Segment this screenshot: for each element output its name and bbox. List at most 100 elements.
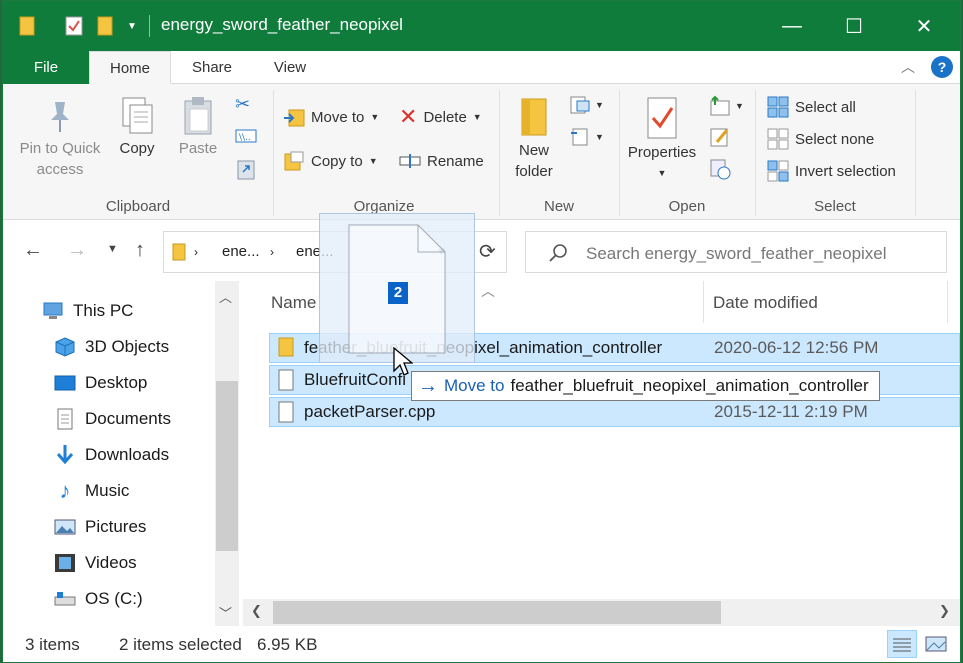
nav-item-pictures[interactable]: Pictures — [53, 512, 146, 542]
properties-icon — [625, 96, 699, 142]
copy-button[interactable]: Copy — [111, 96, 163, 159]
move-to-button[interactable]: Move to ▼ — [283, 104, 379, 130]
copy-path-icon[interactable]: \\.. — [235, 128, 257, 146]
scroll-left-icon[interactable]: ❮ — [251, 603, 262, 619]
delete-icon: ✕ — [399, 104, 418, 129]
nav-item-videos[interactable]: Videos — [53, 548, 137, 578]
help-icon[interactable]: ? — [931, 56, 953, 78]
breadcrumb-chevron-icon: › — [194, 245, 198, 259]
tab-home[interactable]: Home — [89, 51, 171, 84]
selected-count: 2 items selected — [119, 635, 242, 654]
ribbon: Pin to Quick access Copy Paste ✂ \\.. Cl… — [3, 84, 960, 220]
select-none-button[interactable]: Select none — [767, 126, 874, 152]
nav-item-this-pc[interactable]: This PC — [41, 296, 133, 326]
customize-toolbar-chevron-icon[interactable]: ▼ — [123, 13, 141, 39]
copy-to-label: Copy to — [311, 152, 363, 170]
paste-button[interactable]: Paste — [173, 96, 223, 159]
tab-file[interactable]: File — [3, 51, 89, 84]
nav-item-label: Desktop — [85, 373, 148, 392]
select-none-label: Select none — [795, 130, 875, 148]
paste-shortcut-icon[interactable] — [237, 158, 257, 180]
cut-icon[interactable]: ✂ — [235, 94, 257, 118]
nav-item-os-c[interactable]: OS (C:) — [53, 584, 143, 614]
open-icon[interactable]: ▼ — [709, 94, 749, 118]
new-item-icon[interactable]: ▼ — [569, 94, 609, 116]
search-box[interactable]: Search energy_sword_feather_neopixel — [525, 231, 947, 273]
nav-item-label: This PC — [73, 301, 134, 320]
copy-to-icon — [284, 151, 304, 171]
move-arrow-icon: → — [418, 374, 438, 397]
invert-selection-icon — [767, 160, 789, 182]
nav-item-label: OS (C:) — [85, 589, 143, 608]
pin-label-line2: access — [36, 161, 84, 178]
invert-selection-button[interactable]: Invert selection — [767, 158, 896, 184]
scrollbar-thumb[interactable] — [273, 601, 721, 624]
column-header-name[interactable]: Name — [271, 293, 316, 313]
refresh-icon[interactable]: ⟳ — [479, 239, 496, 264]
scrollbar-thumb[interactable] — [216, 381, 238, 551]
edit-icon[interactable] — [709, 126, 733, 150]
nav-item-label: Music — [85, 481, 130, 500]
forward-arrow-icon[interactable]: → — [67, 239, 87, 262]
tab-share[interactable]: Share — [171, 51, 253, 84]
close-button[interactable]: ✕ — [893, 1, 955, 51]
new-folder-quick-icon[interactable] — [93, 13, 117, 39]
file-row[interactable]: packetParser.cpp 2015-12-11 2:19 PM — [269, 397, 960, 427]
select-all-button[interactable]: Select all — [767, 94, 856, 120]
nav-item-downloads[interactable]: Downloads — [53, 440, 169, 470]
large-icons-view-icon[interactable] — [921, 630, 951, 658]
drag-preview: 2 — [319, 213, 475, 363]
breadcrumb-item[interactable]: ene... — [222, 243, 260, 260]
videos-icon — [53, 552, 77, 574]
details-view-icon[interactable] — [887, 630, 917, 658]
download-icon — [53, 444, 77, 466]
drag-verb: Move to — [444, 376, 505, 395]
delete-button[interactable]: ✕ Delete ▼ — [399, 104, 482, 130]
properties-quick-icon[interactable] — [61, 13, 87, 39]
column-separator[interactable] — [947, 281, 948, 323]
nav-item-music[interactable]: ♪ Music — [53, 476, 130, 506]
scroll-up-icon[interactable]: ︿ — [219, 287, 232, 306]
scroll-right-icon[interactable]: ❯ — [939, 603, 950, 619]
up-arrow-icon[interactable]: ↑ — [135, 239, 145, 262]
title-bar: ▼ energy_sword_feather_neopixel — ☐ ✕ — [3, 1, 960, 51]
tab-view[interactable]: View — [253, 51, 327, 84]
collapse-ribbon-icon[interactable]: ︿ — [901, 57, 915, 77]
new-folder-button[interactable]: New folder — [509, 96, 559, 182]
easy-access-icon[interactable]: ▼ — [569, 126, 609, 148]
nav-item-documents[interactable]: Documents — [53, 404, 171, 434]
nav-pane-scrollbar[interactable]: ︿ ﹀ — [215, 281, 239, 626]
column-separator[interactable] — [703, 281, 704, 323]
item-count: 3 items — [25, 635, 80, 654]
back-arrow-icon[interactable]: ← — [23, 239, 43, 262]
folder-icon — [172, 243, 186, 265]
minimize-button[interactable]: — — [761, 1, 823, 51]
file-list-horizontal-scrollbar[interactable]: ❮ ❯ — [243, 599, 960, 626]
paste-label: Paste — [178, 140, 218, 157]
pin-icon — [15, 98, 105, 138]
file-icon — [278, 401, 294, 427]
history-icon[interactable] — [709, 158, 733, 182]
file-date: 2015-12-11 2:19 PM — [714, 402, 868, 421]
file-explorer-window: ▼ energy_sword_feather_neopixel — ☐ ✕ Fi… — [2, 0, 961, 663]
rename-button[interactable]: Rename — [399, 148, 484, 174]
folder-app-icon[interactable] — [15, 13, 39, 39]
copy-to-button[interactable]: Copy to ▼ — [283, 148, 378, 174]
maximize-button[interactable]: ☐ — [823, 1, 885, 51]
recent-locations-chevron-icon[interactable]: ▼ — [107, 243, 118, 255]
scroll-down-icon[interactable]: ﹀ — [219, 603, 232, 622]
nav-item-3d-objects[interactable]: 3D Objects — [53, 332, 169, 362]
nav-item-desktop[interactable]: Desktop — [53, 368, 147, 398]
new-folder-label-line2: folder — [515, 163, 553, 180]
copy-label: Copy — [119, 140, 155, 157]
nav-item-label: Documents — [85, 409, 171, 428]
drive-icon — [53, 588, 77, 610]
properties-button[interactable]: Properties ▼ — [625, 96, 699, 184]
pin-to-quick-access-button[interactable]: Pin to Quick access — [15, 98, 105, 180]
column-header-date-modified[interactable]: Date modified — [713, 293, 818, 313]
navigation-bar: ← → ▼ ↑ › ene... › ene... ▼ ⟳ Search ene… — [3, 221, 960, 281]
select-group-label: Select — [814, 198, 856, 215]
group-separator — [915, 90, 916, 216]
selected-size: 6.95 KB — [257, 635, 318, 654]
mouse-pointer-icon — [393, 347, 413, 376]
